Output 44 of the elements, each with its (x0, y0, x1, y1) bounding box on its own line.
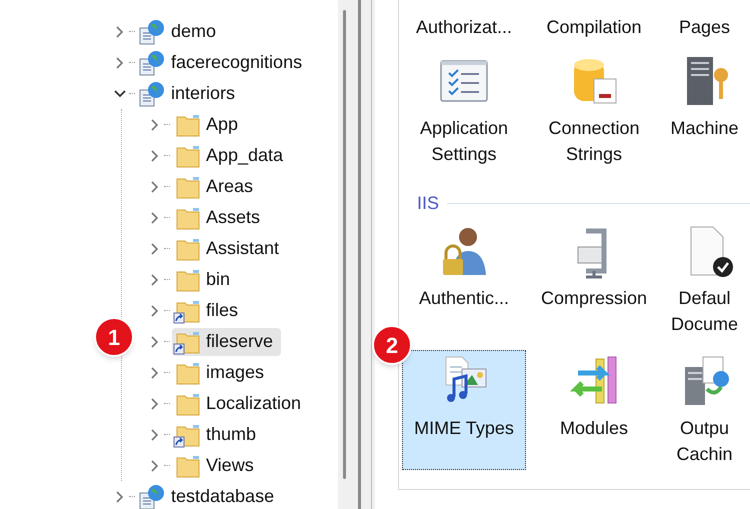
feature-item[interactable]: Connection Strings (532, 50, 656, 170)
feature-label: Compression (540, 287, 648, 310)
feature-item[interactable]: Application Settings (402, 50, 526, 170)
feature-label: Modules (560, 417, 628, 440)
feature-item[interactable]: Defaul Docume (659, 220, 750, 340)
globe-document-icon (137, 484, 167, 509)
tree-item[interactable]: interiors (137, 80, 244, 108)
feature-label[interactable]: Pages (678, 14, 730, 40)
tree-item[interactable]: testdatabase (137, 482, 282, 509)
feature-label: Machine (670, 117, 739, 140)
tree-item[interactable]: demo (137, 18, 224, 46)
globe-document-icon (137, 50, 167, 76)
feature-label[interactable]: Authorizat... (416, 14, 512, 40)
tree-item[interactable]: files (172, 296, 246, 324)
tree-item[interactable]: facerecognitions (137, 48, 310, 76)
feature-label: Authentic... (418, 287, 510, 310)
tree-item[interactable]: thumb (172, 420, 264, 448)
tree-item[interactable]: App (172, 110, 246, 138)
tree-item[interactable]: Views (172, 452, 262, 480)
selected-tree-item[interactable]: fileserve (172, 328, 282, 356)
section-header: IIS (417, 192, 440, 214)
feature-item[interactable]: Compression (532, 220, 656, 340)
globe-document-icon (137, 80, 167, 106)
tree-item[interactable]: Areas (172, 172, 262, 200)
feature-label: Outpu Cachin (676, 417, 733, 466)
tree-item[interactable]: App_data (172, 142, 292, 170)
feature-label: MIME Types (414, 417, 514, 440)
tree-item[interactable]: Assistant (172, 234, 288, 262)
callout-badge: 2 (372, 325, 412, 365)
feature-label[interactable]: Compilation (546, 14, 642, 40)
feature-item[interactable]: Outpu Cachin (659, 350, 750, 470)
feature-label: Defaul Docume (670, 287, 738, 336)
tree-item[interactable]: images (172, 358, 272, 386)
tree-item[interactable]: bin (172, 266, 238, 294)
globe-document-icon (137, 18, 167, 44)
feature-item[interactable]: Modules (532, 350, 656, 470)
feature-item[interactable]: MIME Types (402, 350, 526, 470)
tree-item[interactable]: Assets (172, 204, 268, 232)
tree-item[interactable]: Localization (172, 390, 310, 418)
feature-label: Application Settings (420, 117, 508, 166)
feature-item[interactable]: Machine (659, 50, 750, 170)
scrollbar-thumb[interactable] (342, 10, 346, 479)
feature-label: Connection Strings (548, 117, 640, 166)
callout-badge: 1 (94, 317, 134, 357)
